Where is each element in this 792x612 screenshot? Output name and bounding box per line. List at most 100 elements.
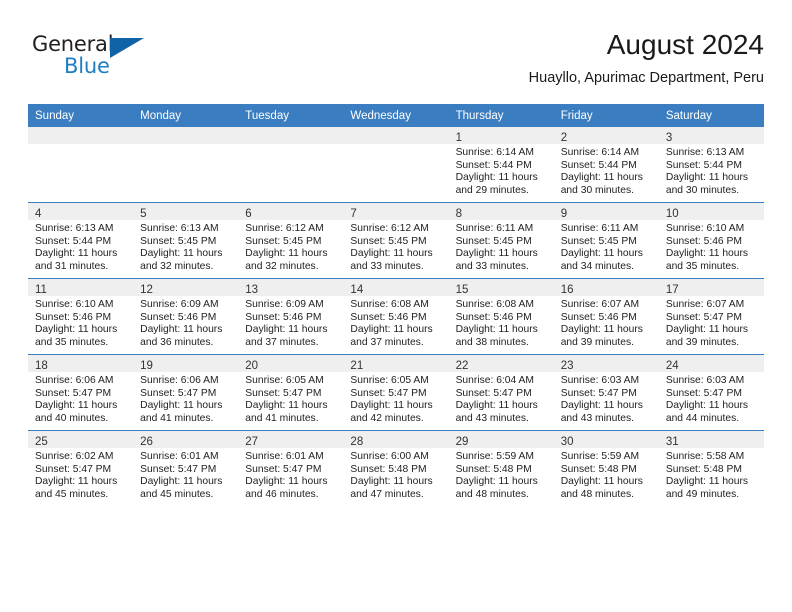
calendar-cell-day: 1 Sunrise: 6:14 AM Sunset: 5:44 PM Daylight… — [448, 127, 554, 202]
calendar-cell[interactable]: 31 Sunrise: 5:58 AM Sunset: 5:48 PM Dayligh… — [658, 430, 764, 506]
calendar-cell-day: 2 Sunrise: 6:14 AM Sunset: 5:44 PM Daylight… — [553, 127, 659, 202]
sunrise-text: Sunrise: 6:03 AM — [560, 375, 640, 386]
day-details: Sunrise: 6:13 AM Sunset: 5:45 PM Daylight:… — [133, 220, 238, 273]
brand-name-general: General — [32, 32, 114, 56]
calendar-cell[interactable]: 23 Sunrise: 6:03 AM Sunset: 5:47 PM Dayligh… — [553, 354, 659, 431]
daylight-text-line2: and 30 minutes. — [560, 184, 634, 196]
sunset-text: Sunset: 5:46 PM — [245, 311, 322, 323]
calendar-cell[interactable]: 1 Sunrise: 6:14 AM Sunset: 5:44 PM Daylight… — [448, 127, 554, 203]
calendar-cell[interactable]: 18 Sunrise: 6:06 AM Sunset: 5:47 PM Dayligh… — [28, 354, 134, 431]
calendar-cell[interactable]: 14 Sunrise: 6:08 AM Sunset: 5:46 PM Dayligh… — [343, 278, 449, 355]
sunset-text: Sunset: 5:47 PM — [140, 387, 217, 399]
calendar-cell[interactable] — [343, 127, 449, 203]
calendar-cell[interactable] — [28, 127, 134, 203]
calendar-cell-day: 29 Sunrise: 5:59 AM Sunset: 5:48 PM Dayligh… — [448, 431, 554, 506]
daylight-text-line2: and 49 minutes. — [665, 488, 740, 500]
calendar-cell[interactable]: 3 Sunrise: 6:13 AM Sunset: 5:44 PM Daylight… — [658, 127, 764, 203]
calendar-cell[interactable]: 16 Sunrise: 6:07 AM Sunset: 5:46 PM Dayligh… — [553, 278, 659, 355]
sunset-text: Sunset: 5:46 PM — [140, 311, 217, 323]
calendar-cell[interactable]: 9 Sunrise: 6:11 AM Sunset: 5:45 PM Daylight… — [553, 202, 659, 279]
day-number: 17 — [665, 284, 679, 296]
day-number-band: 4 — [28, 203, 134, 220]
daylight-text-line2: and 39 minutes. — [560, 336, 634, 348]
day-details — [28, 144, 133, 147]
day-number-band: 25 — [28, 431, 134, 448]
calendar-cell[interactable]: 26 Sunrise: 6:01 AM Sunset: 5:47 PM Dayligh… — [133, 430, 239, 506]
calendar-cell[interactable]: 30 Sunrise: 5:59 AM Sunset: 5:48 PM Dayligh… — [553, 430, 659, 506]
day-number-band: 18 — [28, 355, 134, 372]
calendar-cell[interactable]: 28 Sunrise: 6:00 AM Sunset: 5:48 PM Dayligh… — [343, 430, 449, 506]
daylight-text-line1: Daylight: 11 hours — [245, 400, 328, 412]
calendar-cell[interactable] — [238, 127, 344, 203]
sunset-text: Sunset: 5:44 PM — [560, 159, 637, 171]
calendar-cell[interactable]: 25 Sunrise: 6:02 AM Sunset: 5:47 PM Dayligh… — [28, 430, 134, 506]
calendar-cell[interactable]: 12 Sunrise: 6:09 AM Sunset: 5:46 PM Dayligh… — [133, 278, 239, 355]
brand-name-blue: Blue — [64, 54, 110, 78]
daylight-text-line1: Daylight: 11 hours — [665, 324, 749, 336]
calendar-cell[interactable]: 20 Sunrise: 6:05 AM Sunset: 5:47 PM Dayligh… — [238, 354, 344, 431]
day-details: Sunrise: 6:10 AM Sunset: 5:46 PM Daylight:… — [28, 296, 133, 349]
day-number: 8 — [455, 208, 462, 220]
calendar-cell[interactable]: 11 Sunrise: 6:10 AM Sunset: 5:46 PM Dayligh… — [28, 278, 134, 355]
daylight-text-line1: Daylight: 11 hours — [140, 400, 223, 412]
calendar-cell[interactable]: 7 Sunrise: 6:12 AM Sunset: 5:45 PM Daylight… — [343, 202, 449, 279]
calendar-cell[interactable]: 17 Sunrise: 6:07 AM Sunset: 5:47 PM Dayligh… — [658, 278, 764, 355]
day-number: 19 — [140, 360, 153, 372]
calendar-cell[interactable]: 22 Sunrise: 6:04 AM Sunset: 5:47 PM Dayligh… — [448, 354, 554, 431]
page-subtitle: Huayllo, Apurimac Department, Peru — [528, 70, 764, 86]
calendar-cell-day: 21 Sunrise: 6:05 AM Sunset: 5:47 PM Dayligh… — [343, 355, 449, 430]
day-number: 4 — [35, 208, 42, 220]
day-number-band: 21 — [343, 355, 449, 372]
day-number: 3 — [665, 132, 673, 144]
calendar-cell-day: 23 Sunrise: 6:03 AM Sunset: 5:47 PM Dayligh… — [553, 355, 659, 430]
sunset-text: Sunset: 5:45 PM — [140, 235, 217, 247]
day-details: Sunrise: 6:08 AM Sunset: 5:46 PM Daylight:… — [343, 296, 448, 349]
calendar-cell[interactable]: 13 Sunrise: 6:09 AM Sunset: 5:46 PM Dayligh… — [238, 278, 344, 355]
day-details: Sunrise: 6:09 AM Sunset: 5:46 PM Daylight:… — [133, 296, 238, 349]
day-details: Sunrise: 6:14 AM Sunset: 5:44 PM Daylight:… — [554, 144, 659, 197]
daylight-text-line2: and 43 minutes. — [560, 412, 634, 424]
day-number: 20 — [245, 360, 259, 372]
sunrise-text: Sunrise: 6:10 AM — [665, 223, 745, 234]
sunset-text: Sunset: 5:46 PM — [560, 311, 637, 323]
calendar-cell[interactable] — [133, 127, 239, 203]
daylight-text-line2: and 42 minutes. — [350, 412, 424, 424]
day-number-band: 24 — [658, 355, 764, 372]
calendar-cell[interactable]: 4 Sunrise: 6:13 AM Sunset: 5:44 PM Daylight… — [28, 202, 134, 279]
sunrise-text: Sunrise: 6:08 AM — [350, 299, 429, 310]
day-number: 22 — [455, 360, 469, 372]
day-details: Sunrise: 6:12 AM Sunset: 5:45 PM Daylight:… — [238, 220, 343, 273]
day-number: 26 — [140, 436, 153, 448]
calendar-cell[interactable]: 15 Sunrise: 6:08 AM Sunset: 5:46 PM Dayligh… — [448, 278, 554, 355]
calendar-cell[interactable]: 19 Sunrise: 6:06 AM Sunset: 5:47 PM Dayligh… — [133, 354, 239, 431]
daylight-text-line2: and 44 minutes. — [665, 412, 740, 424]
daylight-text-line2: and 34 minutes. — [560, 260, 634, 272]
calendar-cell[interactable]: 27 Sunrise: 6:01 AM Sunset: 5:47 PM Dayligh… — [238, 430, 344, 506]
calendar-cell[interactable]: 29 Sunrise: 5:59 AM Sunset: 5:48 PM Dayligh… — [448, 430, 554, 506]
calendar-cell-day: 24 Sunrise: 6:03 AM Sunset: 5:47 PM Dayligh… — [658, 355, 764, 430]
sunrise-text: Sunrise: 6:12 AM — [350, 223, 429, 234]
calendar-cell[interactable]: 21 Sunrise: 6:05 AM Sunset: 5:47 PM Dayligh… — [343, 354, 449, 431]
brand-logo[interactable]: General Blue — [32, 32, 202, 84]
calendar-cell[interactable]: 10 Sunrise: 6:10 AM Sunset: 5:46 PM Dayligh… — [658, 202, 764, 279]
calendar-cell[interactable]: 6 Sunrise: 6:12 AM Sunset: 5:45 PM Daylight… — [238, 202, 344, 279]
daylight-text-line1: Daylight: 11 hours — [560, 400, 643, 412]
day-details: Sunrise: 6:03 AM Sunset: 5:47 PM Daylight:… — [554, 372, 659, 425]
day-number: 29 — [455, 436, 469, 448]
calendar-cell[interactable]: 24 Sunrise: 6:03 AM Sunset: 5:47 PM Dayligh… — [658, 354, 764, 431]
day-number: 1 — [455, 132, 462, 144]
daylight-text-line1: Daylight: 11 hours — [245, 476, 328, 488]
sunset-text: Sunset: 5:46 PM — [455, 311, 532, 323]
day-number-band: 20 — [238, 355, 344, 372]
calendar-cell[interactable]: 5 Sunrise: 6:13 AM Sunset: 5:45 PM Daylight… — [133, 202, 239, 279]
sunset-text: Sunset: 5:47 PM — [245, 463, 322, 475]
calendar-cell[interactable]: 2 Sunrise: 6:14 AM Sunset: 5:44 PM Daylight… — [553, 127, 659, 203]
triangle-icon — [110, 38, 144, 58]
sunset-text: Sunset: 5:47 PM — [455, 387, 532, 399]
daylight-text-line2: and 37 minutes. — [350, 336, 424, 348]
day-number-band — [343, 127, 449, 144]
day-number-band: 29 — [448, 431, 554, 448]
day-details: Sunrise: 6:13 AM Sunset: 5:44 PM Daylight:… — [28, 220, 133, 273]
calendar-cell[interactable]: 8 Sunrise: 6:11 AM Sunset: 5:45 PM Daylight… — [448, 202, 554, 279]
day-number-band: 11 — [28, 279, 134, 296]
